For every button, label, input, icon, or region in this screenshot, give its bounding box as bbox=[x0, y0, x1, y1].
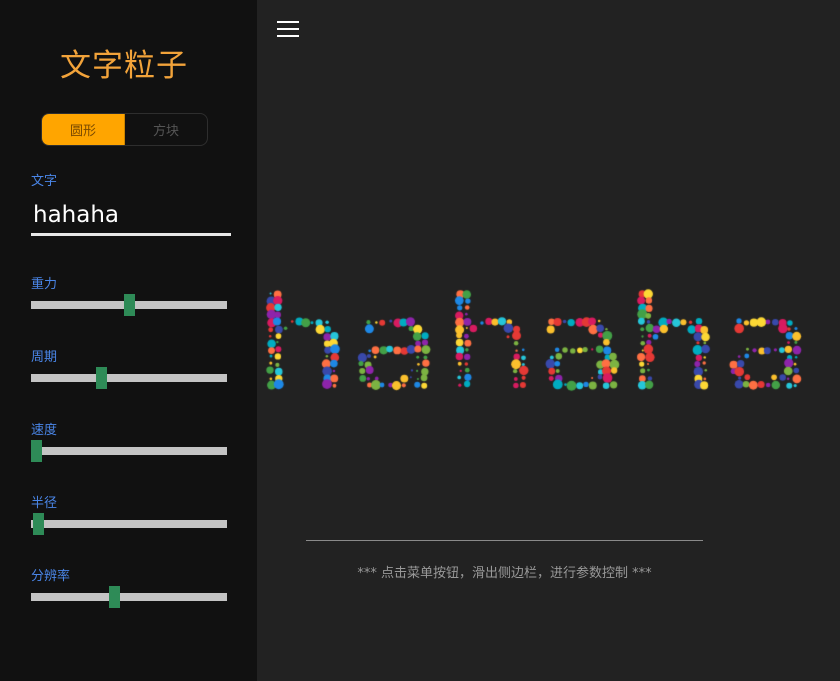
slider-thumb[interactable] bbox=[33, 513, 44, 535]
hamburger-menu-icon[interactable] bbox=[277, 20, 299, 38]
slider-track bbox=[31, 520, 227, 528]
slider-thumb[interactable] bbox=[124, 294, 135, 316]
speed-slider[interactable] bbox=[31, 440, 227, 462]
slider-thumb[interactable] bbox=[96, 367, 107, 389]
hint-text: *** 点击菜单按钮，滑出侧边栏，进行参数控制 *** bbox=[357, 566, 652, 581]
radius-slider[interactable] bbox=[31, 513, 227, 535]
slider-thumb[interactable] bbox=[109, 586, 120, 608]
gravity-label: 重力 bbox=[31, 277, 58, 292]
menu-bar bbox=[277, 21, 299, 23]
resolution-label: 分辨率 bbox=[31, 569, 71, 584]
speed-label: 速度 bbox=[31, 423, 58, 438]
text-field-label: 文字 bbox=[31, 174, 58, 189]
shape-option-circle[interactable]: 圆形 bbox=[42, 114, 125, 145]
app-title: 文字粒子 bbox=[60, 48, 188, 84]
slider-track bbox=[31, 374, 227, 382]
resolution-slider[interactable] bbox=[31, 586, 227, 608]
slider-thumb[interactable] bbox=[31, 440, 42, 462]
divider bbox=[306, 540, 703, 541]
sidebar: 文字粒子 圆形 方块 文字 重力 周期 速度 半径 分辨率 bbox=[0, 0, 257, 681]
gravity-slider[interactable] bbox=[31, 294, 227, 316]
slider-track bbox=[31, 593, 227, 601]
period-label: 周期 bbox=[31, 350, 58, 365]
menu-bar bbox=[277, 28, 299, 30]
shape-toggle: 圆形 方块 bbox=[41, 113, 208, 146]
radius-label: 半径 bbox=[31, 496, 58, 511]
slider-track bbox=[31, 447, 227, 455]
menu-bar bbox=[277, 35, 299, 37]
main-area: *** 点击菜单按钮，滑出侧边栏，进行参数控制 *** bbox=[257, 0, 840, 681]
text-input[interactable] bbox=[31, 196, 231, 236]
period-slider[interactable] bbox=[31, 367, 227, 389]
shape-option-square[interactable]: 方块 bbox=[125, 114, 207, 145]
